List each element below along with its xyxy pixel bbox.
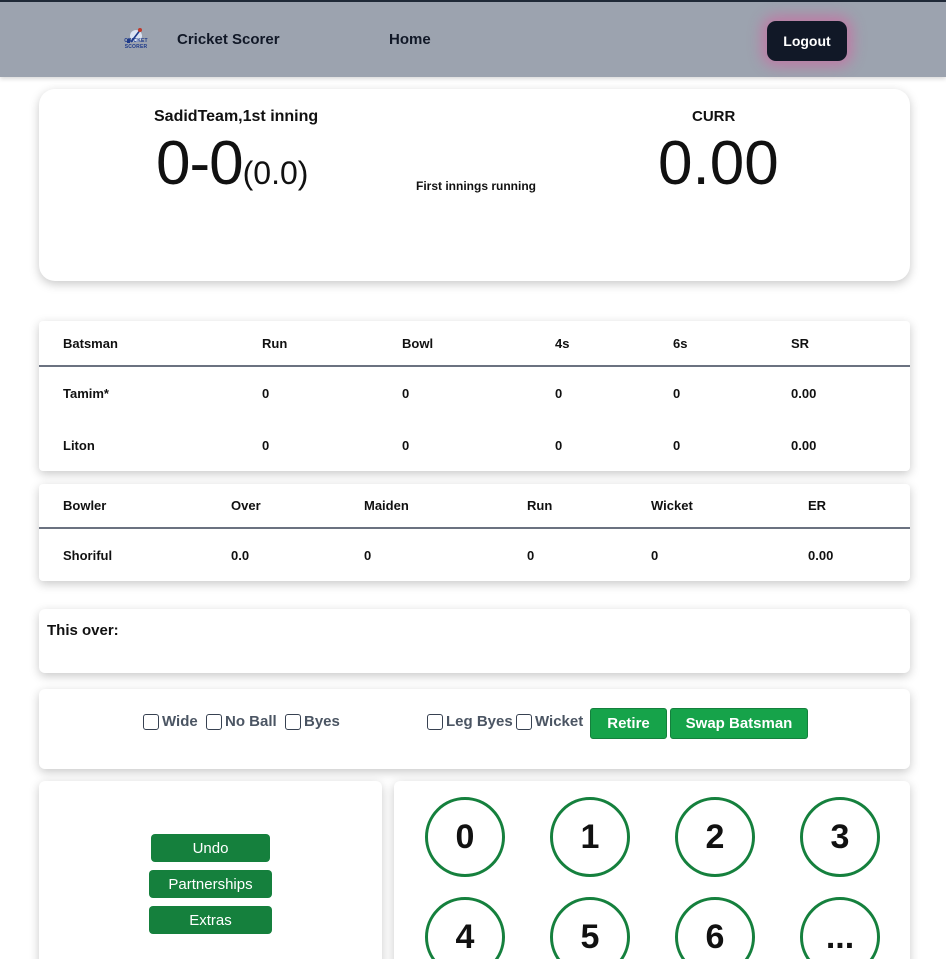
batsman-balls: 0 bbox=[402, 438, 410, 453]
checkbox-box[interactable] bbox=[516, 713, 532, 730]
more-runs-button[interactable]: ... bbox=[800, 897, 880, 959]
batsman-name: Liton bbox=[63, 438, 95, 453]
bowling-header-over: Over bbox=[231, 498, 261, 513]
batsman-sr: 0.00 bbox=[791, 386, 817, 401]
wicket-checkbox[interactable]: Wicket bbox=[516, 713, 583, 730]
header-divider bbox=[39, 527, 910, 529]
batsman-fours: 0 bbox=[555, 438, 563, 453]
byes-label: Byes bbox=[304, 713, 340, 730]
no-ball-checkbox[interactable]: No Ball bbox=[206, 713, 277, 730]
checkbox-box[interactable] bbox=[285, 713, 301, 730]
swap-batsman-button[interactable]: Swap Batsman bbox=[670, 708, 808, 739]
bowler-maidens: 0 bbox=[364, 548, 372, 563]
bowling-header-wicket: Wicket bbox=[651, 498, 693, 513]
team-inning-title: SadidTeam,1st inning bbox=[154, 108, 319, 125]
this-over-label: This over: bbox=[47, 622, 119, 639]
curr-rate-label: CURR bbox=[692, 108, 736, 125]
navbar: CRICKET SCORER Cricket Scorer Home Logou… bbox=[0, 0, 946, 77]
nav-home-link[interactable]: Home bbox=[389, 31, 431, 48]
bowling-header-bowler: Bowler bbox=[63, 498, 107, 513]
logo[interactable]: CRICKET SCORER bbox=[113, 26, 159, 50]
score-value: 0-0 bbox=[156, 129, 244, 198]
batsman-runs: 0 bbox=[262, 438, 270, 453]
batsman-name: Tamim* bbox=[63, 386, 109, 401]
innings-status: First innings running bbox=[416, 179, 536, 193]
batting-header-sr: SR bbox=[791, 336, 810, 351]
bowling-table: Bowler Over Maiden Run Wicket ER Shorifu… bbox=[39, 484, 910, 581]
logout-button[interactable]: Logout bbox=[767, 21, 847, 61]
batting-header-batsman: Batsman bbox=[63, 336, 118, 351]
run-6-button[interactable]: 6 bbox=[675, 897, 755, 959]
batsman-balls: 0 bbox=[402, 386, 410, 401]
leg-byes-label: Leg Byes bbox=[446, 713, 513, 730]
bowler-wickets: 0 bbox=[651, 548, 659, 563]
bowler-name: Shoriful bbox=[63, 548, 113, 563]
batting-header-4s: 4s bbox=[555, 336, 570, 351]
wide-checkbox[interactable]: Wide bbox=[143, 713, 198, 730]
batsman-sr: 0.00 bbox=[791, 438, 817, 453]
bowling-header-er: ER bbox=[808, 498, 827, 513]
this-over-card: This over: bbox=[39, 609, 910, 673]
leg-byes-checkbox[interactable]: Leg Byes bbox=[427, 713, 513, 730]
bowling-header-run: Run bbox=[527, 498, 553, 513]
bowler-runs: 0 bbox=[527, 548, 535, 563]
checkbox-box[interactable] bbox=[143, 713, 159, 730]
run-4-button[interactable]: 4 bbox=[425, 897, 505, 959]
bowler-economy: 0.00 bbox=[808, 548, 834, 563]
wide-label: Wide bbox=[162, 713, 198, 730]
wicket-label: Wicket bbox=[535, 713, 584, 730]
run-3-button[interactable]: 3 bbox=[800, 797, 880, 877]
batting-header-6s: 6s bbox=[673, 336, 688, 351]
run-buttons-card: 0 1 2 3 4 5 6 ... bbox=[394, 781, 910, 959]
run-2-button[interactable]: 2 bbox=[675, 797, 755, 877]
header-divider bbox=[39, 365, 910, 367]
scoreboard-card: SadidTeam,1st inning 0-0(0.0) First inni… bbox=[39, 89, 910, 281]
partnerships-button[interactable]: Partnerships bbox=[149, 870, 272, 898]
no-ball-label: No Ball bbox=[225, 713, 277, 730]
batting-header-run: Run bbox=[262, 336, 288, 351]
brand-title[interactable]: Cricket Scorer bbox=[177, 31, 280, 48]
logo-text: CRICKET SCORER bbox=[124, 38, 148, 50]
extras-options-card: Wide No Ball Byes Leg Byes Wicket Retire… bbox=[39, 689, 910, 769]
batting-table: Batsman Run Bowl 4s 6s SR Tamim* 0 0 0 0… bbox=[39, 321, 910, 471]
undo-button[interactable]: Undo bbox=[151, 834, 270, 862]
bowler-overs: 0.0 bbox=[231, 548, 250, 563]
overs-value: (0.0) bbox=[242, 155, 309, 191]
extras-button[interactable]: Extras bbox=[149, 906, 272, 934]
bowling-header-maiden: Maiden bbox=[364, 498, 409, 513]
batsman-fours: 0 bbox=[555, 386, 563, 401]
checkbox-box[interactable] bbox=[206, 713, 222, 730]
batsman-runs: 0 bbox=[262, 386, 270, 401]
retire-button[interactable]: Retire bbox=[590, 708, 667, 739]
run-1-button[interactable]: 1 bbox=[550, 797, 630, 877]
batsman-sixes: 0 bbox=[673, 386, 681, 401]
run-0-button[interactable]: 0 bbox=[425, 797, 505, 877]
batsman-sixes: 0 bbox=[673, 438, 681, 453]
checkbox-box[interactable] bbox=[427, 713, 443, 730]
byes-checkbox[interactable]: Byes bbox=[285, 713, 340, 730]
batting-header-bowl: Bowl bbox=[402, 336, 434, 351]
curr-rate-value: 0.00 bbox=[658, 129, 779, 198]
actions-card: Undo Partnerships Extras bbox=[39, 781, 382, 959]
score-display: 0-0(0.0) bbox=[156, 129, 308, 208]
run-5-button[interactable]: 5 bbox=[550, 897, 630, 959]
